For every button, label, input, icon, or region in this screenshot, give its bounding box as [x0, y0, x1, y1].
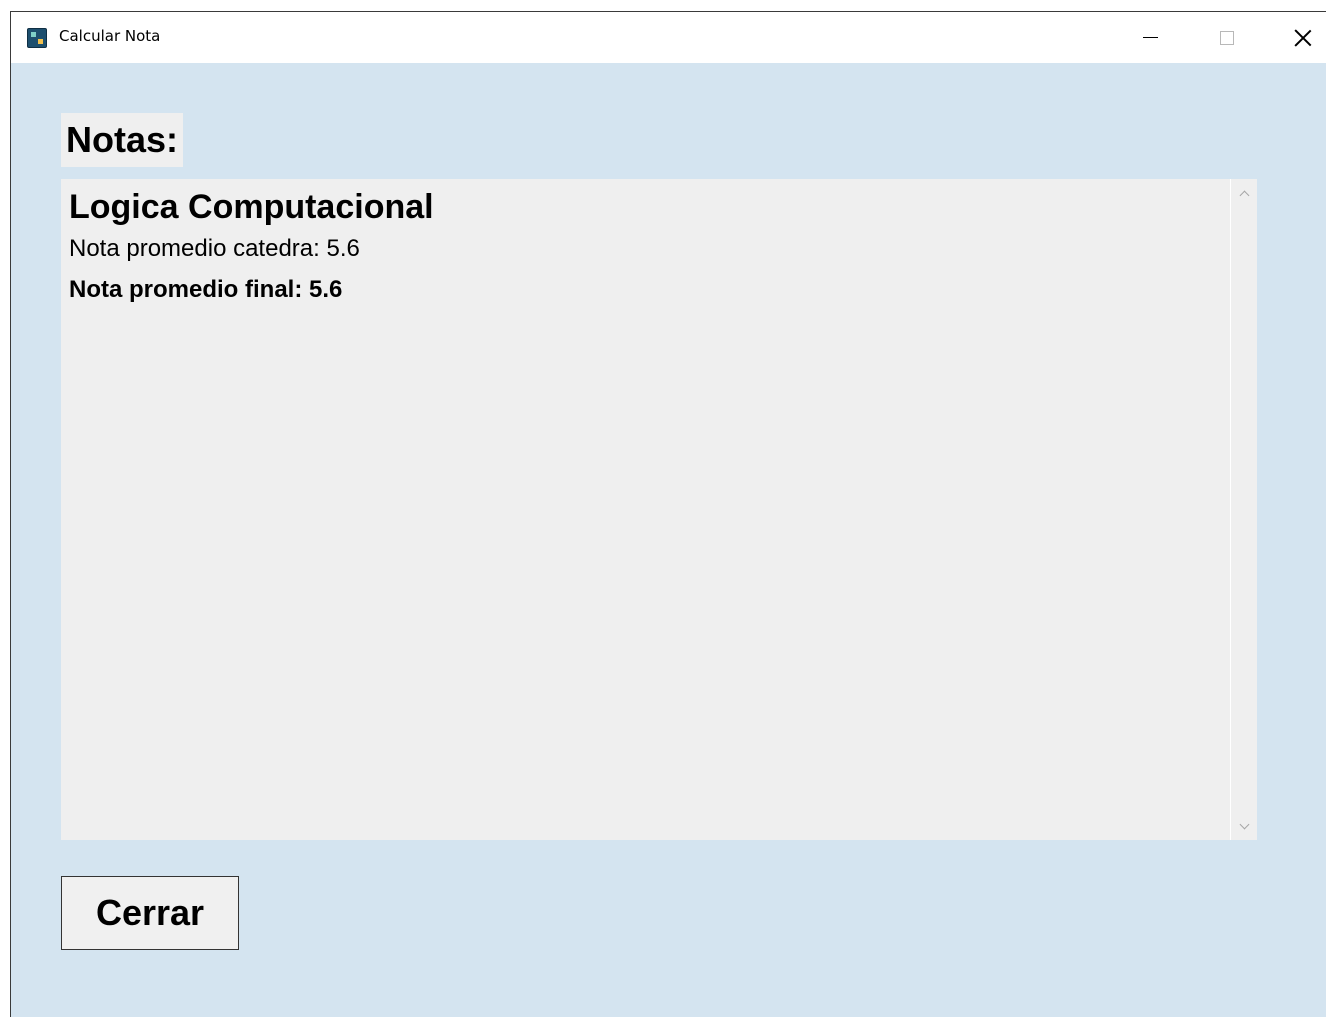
results-content: Logica Computacional Nota promedio cated…	[69, 187, 1219, 309]
minimize-button[interactable]	[1127, 12, 1173, 63]
chevron-down-icon	[1239, 819, 1249, 829]
results-text-area[interactable]: Logica Computacional Nota promedio cated…	[61, 179, 1257, 840]
vertical-scrollbar[interactable]	[1230, 179, 1257, 840]
scroll-down-button[interactable]	[1231, 816, 1257, 836]
catedra-average: Nota promedio catedra: 5.6	[69, 235, 360, 262]
notas-heading: Notas:	[61, 113, 184, 167]
scroll-up-button[interactable]	[1231, 183, 1257, 203]
final-average: Nota promedio final: 5.6	[69, 276, 343, 303]
close-icon	[1294, 29, 1312, 47]
title-bar[interactable]: Calcular Nota	[11, 12, 1326, 63]
subject-title: Logica Computacional	[69, 188, 434, 226]
window-title: Calcular Nota	[59, 27, 161, 45]
app-window: Calcular Nota Notas: Logica Computaciona…	[10, 11, 1326, 1017]
app-icon	[27, 28, 47, 48]
chevron-up-icon	[1239, 190, 1249, 200]
cerrar-button[interactable]: Cerrar	[61, 876, 239, 950]
maximize-icon	[1220, 30, 1234, 45]
minimize-icon	[1142, 36, 1158, 39]
maximize-button[interactable]	[1204, 12, 1250, 63]
window-close-button[interactable]	[1280, 12, 1326, 63]
client-area: Notas: Logica Computacional Nota promedi…	[11, 63, 1326, 1017]
